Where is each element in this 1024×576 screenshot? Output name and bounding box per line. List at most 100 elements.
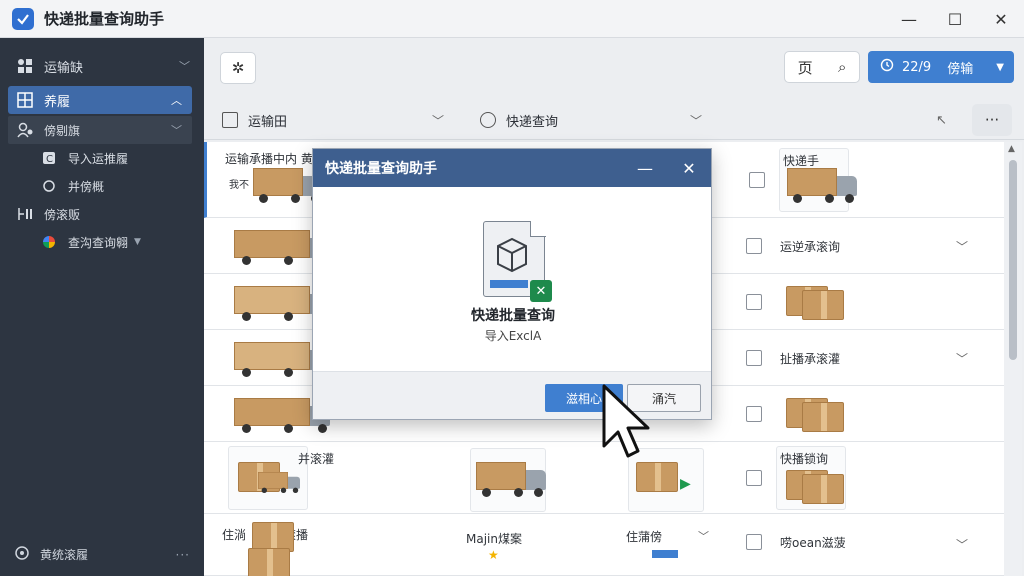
package-icon xyxy=(802,290,844,320)
query-icon xyxy=(480,112,496,128)
row-checkbox[interactable] xyxy=(746,294,762,310)
grid-icon xyxy=(16,57,34,75)
chevron-down-icon: ﹀ xyxy=(690,113,703,128)
package-icon xyxy=(248,548,290,576)
sidebar-item-columns[interactable]: 傍滚贩 xyxy=(0,200,204,228)
dialog-close-button[interactable]: ✕ xyxy=(669,149,709,187)
star-icon: ★ xyxy=(488,548,499,562)
filter-shipping[interactable]: 运输田 ﹀ xyxy=(222,100,452,140)
primary-text: 傍输 xyxy=(947,61,974,77)
import-dialog: 快递批量查询助手 — ✕ ✕ 快递批量查询 导入ExclA 滋相心 涌汽 xyxy=(312,148,712,420)
excel-file-icon: ✕ xyxy=(483,220,552,302)
chevron-down-icon: ﹀ xyxy=(171,124,182,137)
sidebar-item-label: 养履 xyxy=(44,94,71,110)
sidebar-subitem-user[interactable]: 傍剔旗 ﹀ xyxy=(8,116,192,144)
filter-bar: 运输田 ﹀ 快递查询 ﹀ ↖ ··· xyxy=(204,100,1024,140)
row-title: 运输承播中内 黄 xyxy=(225,152,313,166)
sidebar-subitem-import[interactable]: C 导入运推履 xyxy=(0,144,204,172)
close-button[interactable]: ✕ xyxy=(978,0,1024,38)
filter-label: 运输田 xyxy=(248,114,288,130)
row-status: 扯播承滚灌 xyxy=(780,352,841,366)
arrow-right-icon: ▶ xyxy=(680,476,691,492)
sidebar-subitem-query[interactable]: 查沟查询翱 ▼ xyxy=(0,228,204,256)
title-bar: 快递批量查询助手 — ☐ ✕ xyxy=(0,0,1024,38)
primary-action-button[interactable]: 22/9 傍输 ▼ xyxy=(868,51,1014,83)
row-status: 快播锁询 xyxy=(780,452,829,466)
sidebar-item-label: 傍滚贩 xyxy=(44,207,81,222)
dialog-subtext: 导入ExclA xyxy=(484,329,542,343)
chevron-down-icon: ﹀ xyxy=(698,530,709,543)
vertical-scrollbar[interactable]: ▲ xyxy=(1004,142,1022,576)
sidebar-item-label: 傍剔旗 xyxy=(44,123,81,138)
table-row[interactable]: 住淌 滚播 Majin煤案 ★ 住蒲傍 ﹀ 唠oean滋菠 ﹀ xyxy=(204,514,1004,576)
filter-label: 快递查询 xyxy=(506,114,559,130)
caret-down-icon: ▼ xyxy=(134,237,141,247)
tool-button[interactable]: ✲ xyxy=(220,52,256,84)
dialog-heading: 快递批量查询 xyxy=(471,308,555,324)
sidebar-item-label: 查沟查询翱 xyxy=(68,235,129,250)
app-logo-icon xyxy=(12,7,34,30)
minimize-button[interactable]: — xyxy=(886,0,932,38)
scroll-thumb[interactable] xyxy=(1009,160,1017,360)
chevron-down-icon[interactable]: ﹀ xyxy=(956,238,968,255)
sidebar-footer[interactable]: 黄统滚履 ··· xyxy=(14,545,190,564)
sidebar-item-shipping[interactable]: 运输缺 ﹀ xyxy=(0,52,204,80)
svg-text:C: C xyxy=(46,154,53,165)
sidebar-item-label: 导入运推履 xyxy=(68,151,129,166)
page-label: 页 xyxy=(797,58,813,77)
calendar-icon xyxy=(222,112,238,128)
window-title: 快递批量查询助手 xyxy=(44,10,165,28)
maximize-button[interactable]: ☐ xyxy=(932,0,978,38)
search-icon: ⌕ xyxy=(837,58,847,76)
chevron-up-icon: ︿ xyxy=(171,94,182,107)
mouse-pointer-icon xyxy=(602,384,650,458)
sidebar-item-main[interactable]: 养履 ︿ xyxy=(8,86,192,114)
columns-icon xyxy=(16,205,34,223)
sidebar-footer-label: 黄统滚履 xyxy=(40,548,89,562)
list-icon xyxy=(16,91,34,109)
row-checkbox[interactable] xyxy=(746,238,762,254)
user-icon xyxy=(16,121,34,139)
chevron-down-icon: ﹀ xyxy=(432,113,445,128)
sidebar-item-label: 运输缺 xyxy=(44,60,84,76)
row-title: 住淌 xyxy=(222,528,247,542)
truck-icon xyxy=(787,168,857,203)
row-status: 运逆承滚询 xyxy=(780,240,841,254)
chevron-down-icon[interactable]: ﹀ xyxy=(956,350,968,367)
dialog-title: 快递批量查询助手 xyxy=(325,161,437,177)
package-icon xyxy=(802,402,844,432)
page-search-button-group[interactable]: 页 ⌕ xyxy=(784,51,860,83)
sidebar-subitem-merge[interactable]: 并傍概 xyxy=(0,172,204,200)
more-icon[interactable]: ··· xyxy=(176,548,190,562)
primary-count: 22/9 xyxy=(902,59,932,75)
chart-icon xyxy=(40,233,58,251)
import-icon: C xyxy=(40,149,58,167)
dialog-minimize-button[interactable]: — xyxy=(625,149,665,187)
row-checkbox[interactable] xyxy=(749,172,765,188)
settings-icon xyxy=(14,545,30,564)
package-icon xyxy=(802,474,844,504)
row-carrier: Majin煤案 xyxy=(466,532,522,546)
row-checkbox[interactable] xyxy=(746,470,762,486)
circle-icon xyxy=(40,177,58,195)
row-checkbox[interactable] xyxy=(746,406,762,422)
row-owner: 住蒲傍 xyxy=(626,530,663,544)
truck-icon xyxy=(258,472,300,493)
row-checkbox[interactable] xyxy=(746,534,762,550)
progress-bar xyxy=(652,550,678,558)
chevron-down-icon[interactable]: ﹀ xyxy=(956,536,968,553)
row-checkbox[interactable] xyxy=(746,350,762,366)
clock-icon xyxy=(880,58,894,76)
caret-down-icon: ▼ xyxy=(996,61,1004,73)
excel-badge-icon: ✕ xyxy=(530,280,552,302)
row-status: 快递手 xyxy=(783,154,820,168)
back-button[interactable]: ↖ xyxy=(936,100,956,140)
truck-icon xyxy=(476,462,546,497)
sidebar-item-label: 并傍概 xyxy=(68,179,105,194)
sidebar: 运输缺 ﹀ 养履 ︿ 傍剔旗 ﹀ C 导入运推履 并傍概 傍滚贩 查沟查询翱 ▼… xyxy=(0,38,204,576)
more-options-button[interactable]: ··· xyxy=(972,104,1012,136)
filter-query[interactable]: 快递查询 ﹀ xyxy=(480,100,710,140)
scroll-up-icon[interactable]: ▲ xyxy=(1008,144,1015,154)
package-icon xyxy=(636,462,678,492)
row-subtitle: 我不 xyxy=(229,180,249,191)
